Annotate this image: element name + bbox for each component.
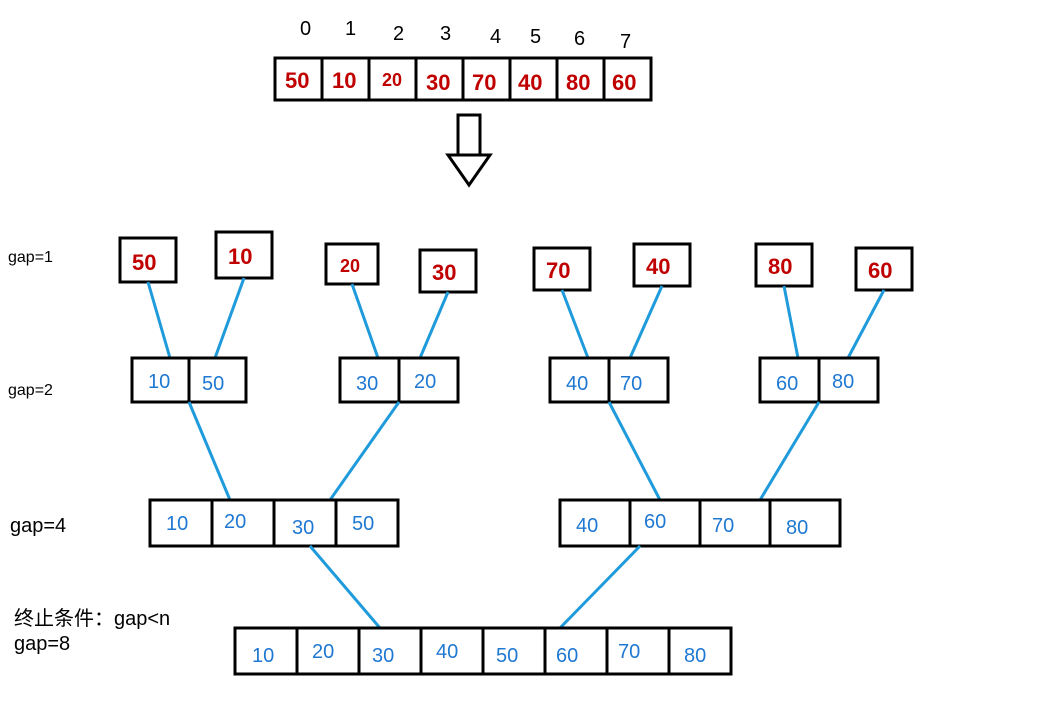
- index-5: 5: [530, 26, 541, 48]
- top-cell-3: 30: [426, 70, 450, 95]
- g4-0-1: 20: [224, 511, 246, 533]
- connectors-4-8: [310, 546, 640, 628]
- top-cell-6: 80: [566, 70, 590, 95]
- index-7: 7: [620, 31, 631, 53]
- label-gap4: gap=4: [10, 515, 66, 537]
- down-arrow-icon: [448, 115, 490, 185]
- row-gap1: 50 10 20 30 70 40 80 60: [120, 232, 912, 292]
- g8-6: 70: [618, 641, 640, 663]
- label-gap2: gap=2: [8, 382, 53, 399]
- g1-cell-3: 30: [432, 260, 456, 285]
- connectors-2-4: [189, 402, 819, 500]
- g2-2-0: 40: [566, 373, 588, 395]
- row-gap4: 10 20 30 50 40 60 70 80: [150, 500, 840, 546]
- g4-1-1: 60: [644, 511, 666, 533]
- index-2: 2: [393, 23, 404, 45]
- g2-1-1: 20: [414, 371, 436, 393]
- g1-cell-4: 70: [546, 258, 570, 283]
- row-gap8: 10 20 30 40 50 60 70 80: [235, 628, 731, 674]
- top-cell-0: 50: [285, 68, 309, 93]
- g4-1-3: 80: [786, 517, 808, 539]
- g8-5: 60: [556, 645, 578, 667]
- g1-cell-7: 60: [868, 258, 892, 283]
- label-gap1: gap=1: [8, 249, 53, 266]
- g8-1: 20: [312, 641, 334, 663]
- g1-cell-5: 40: [646, 254, 670, 279]
- index-0: 0: [300, 18, 311, 40]
- g8-2: 30: [372, 645, 394, 667]
- g2-0-0: 10: [148, 371, 170, 393]
- row-gap2: 10 50 30 20 40 70 60 80: [132, 358, 878, 402]
- top-cell-7: 60: [612, 70, 636, 95]
- connectors-1-2: [148, 278, 884, 358]
- label-gap8: gap=8: [14, 633, 70, 655]
- g2-3-1: 80: [832, 371, 854, 393]
- top-cell-4: 70: [472, 70, 496, 95]
- g4-0-2: 30: [292, 517, 314, 539]
- g4-0-3: 50: [352, 513, 374, 535]
- top-cell-1: 10: [332, 68, 356, 93]
- g2-0-1: 50: [202, 373, 224, 395]
- g4-0-0: 10: [166, 513, 188, 535]
- g1-cell-2: 20: [340, 256, 360, 276]
- g2-1-0: 30: [356, 373, 378, 395]
- g8-7: 80: [684, 645, 706, 667]
- g4-1-0: 40: [576, 515, 598, 537]
- top-array: 50 10 20 30 70 40 80 60: [275, 58, 651, 100]
- index-6: 6: [574, 28, 585, 50]
- g2-3-0: 60: [776, 373, 798, 395]
- g8-0: 10: [252, 645, 274, 667]
- top-cell-5: 40: [518, 70, 542, 95]
- g1-cell-0: 50: [132, 250, 156, 275]
- g8-3: 40: [436, 641, 458, 663]
- top-cell-2: 20: [382, 70, 402, 90]
- index-4: 4: [490, 26, 501, 48]
- g8-4: 50: [496, 645, 518, 667]
- label-terminate: 终止条件：gap<n: [14, 607, 170, 630]
- g1-cell-6: 80: [768, 254, 792, 279]
- index-1: 1: [345, 18, 356, 40]
- g4-1-2: 70: [712, 515, 734, 537]
- g2-2-1: 70: [620, 373, 642, 395]
- g1-cell-1: 10: [228, 244, 252, 269]
- index-3: 3: [440, 23, 451, 45]
